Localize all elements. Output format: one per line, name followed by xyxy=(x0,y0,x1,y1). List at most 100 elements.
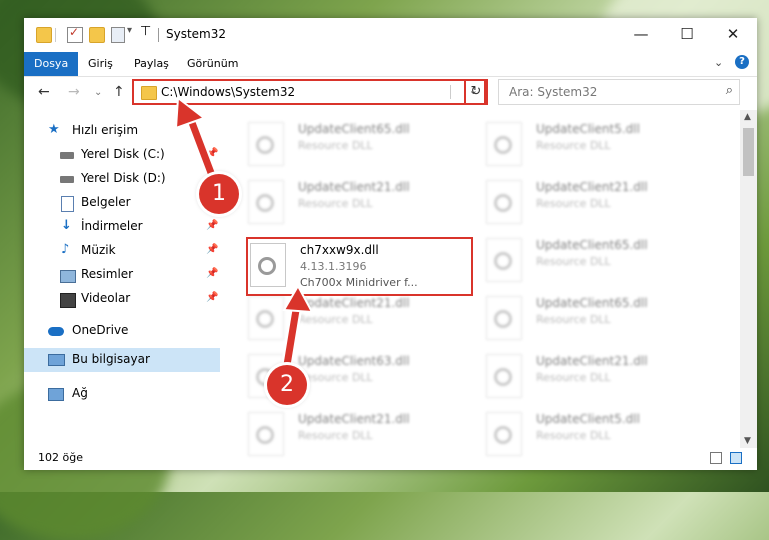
dll-file-icon xyxy=(486,238,522,282)
sidebar-item-label: İndirmeler xyxy=(81,219,143,233)
dll-file-icon xyxy=(248,296,284,340)
file-description: Resource DLL xyxy=(536,371,611,384)
sidebar-item-disk-c[interactable]: Yerel Disk (C:) 📌 xyxy=(24,143,220,167)
sidebar-item-label: Resimler xyxy=(81,267,134,281)
sidebar-item-this-pc[interactable]: Bu bilgisayar xyxy=(24,348,220,372)
file-tile[interactable]: UpdateClient65.dll Resource DLL xyxy=(486,236,706,290)
vertical-scrollbar[interactable]: ▲ ▼ xyxy=(740,110,757,448)
sidebar-item-music[interactable]: ♪ Müzik 📌 xyxy=(24,239,220,263)
pin-icon[interactable]: 📌 xyxy=(206,148,218,159)
file-description: Resource DLL xyxy=(536,313,611,326)
recent-locations-icon[interactable]: ⌄ xyxy=(94,87,102,98)
sidebar-item-label: Belgeler xyxy=(81,195,131,209)
file-description: Resource DLL xyxy=(298,371,373,384)
file-name: UpdateClient63.dll xyxy=(298,354,410,368)
pin-icon[interactable]: 📌 xyxy=(206,244,218,255)
pictures-icon xyxy=(60,270,76,283)
chevron-down-icon[interactable]: ▾ xyxy=(127,25,132,36)
maximize-button[interactable]: ☐ xyxy=(664,18,710,52)
title-separator xyxy=(158,28,159,42)
file-tile[interactable]: UpdateClient65.dll Resource DLL xyxy=(486,294,706,348)
sidebar-item-quick-access[interactable]: ★ Hızlı erişim xyxy=(24,119,220,143)
expand-ribbon-icon[interactable]: ⌄ xyxy=(714,56,723,69)
details-view-icon[interactable] xyxy=(710,452,722,464)
dll-file-icon xyxy=(248,122,284,166)
close-button[interactable]: ✕ xyxy=(710,18,756,52)
tab-home[interactable]: Giriş xyxy=(78,54,123,74)
file-tile[interactable]: UpdateClient21.dll Resource DLL xyxy=(486,178,706,232)
large-icons-view-icon[interactable] xyxy=(730,452,742,464)
file-name: UpdateClient21.dll xyxy=(298,412,410,426)
search-box[interactable]: Ara: System32 ⌕ xyxy=(498,79,740,105)
tab-share[interactable]: Paylaş xyxy=(124,54,179,74)
dll-file-icon xyxy=(486,296,522,340)
view-list-icon[interactable] xyxy=(111,27,125,43)
file-description: Resource DLL xyxy=(536,255,611,268)
scroll-down-icon[interactable]: ▼ xyxy=(744,436,751,446)
file-description: Resource DLL xyxy=(298,429,373,442)
scrollbar-thumb[interactable] xyxy=(743,128,754,176)
up-button[interactable]: ↑ xyxy=(113,84,125,100)
explorer-window: ▾ ⊤ System32 — ☐ ✕ Dosya Giriş Paylaş Gö… xyxy=(24,18,757,470)
sidebar-item-documents[interactable]: Belgeler 📌 xyxy=(24,191,220,215)
step-2-badge: 2 xyxy=(267,365,307,405)
file-name: UpdateClient21.dll xyxy=(536,354,648,368)
file-description: Resource DLL xyxy=(298,139,373,152)
star-icon: ★ xyxy=(48,122,60,137)
dll-file-icon xyxy=(486,122,522,166)
ribbon-tabs: Dosya Giriş Paylaş Görünüm ⌄ xyxy=(24,52,757,77)
file-tile[interactable]: UpdateClient5.dll Resource DLL xyxy=(486,120,706,174)
properties-check-icon[interactable] xyxy=(67,25,83,43)
window-title: System32 xyxy=(166,27,227,41)
folder-icon xyxy=(141,86,157,100)
file-name: UpdateClient5.dll xyxy=(536,122,640,136)
sidebar-item-label: Hızlı erişim xyxy=(72,123,139,137)
drive-icon xyxy=(60,152,74,159)
file-name: UpdateClient21.dll xyxy=(536,180,648,194)
file-tile[interactable]: UpdateClient65.dll Resource DLL xyxy=(248,120,468,174)
item-count: 102 öğe xyxy=(38,451,83,464)
file-description: Resource DLL xyxy=(536,139,611,152)
sidebar-item-onedrive[interactable]: OneDrive xyxy=(24,319,220,343)
dll-file-icon xyxy=(486,180,522,224)
computer-icon xyxy=(48,354,65,366)
file-tile[interactable]: UpdateClient21.dll Resource DLL xyxy=(248,294,468,348)
search-icon[interactable]: ⌕ xyxy=(726,83,733,98)
new-folder-icon[interactable] xyxy=(89,27,105,43)
pin-icon[interactable]: 📌 xyxy=(206,268,218,279)
forward-button[interactable]: → xyxy=(68,84,80,100)
minimize-button[interactable]: — xyxy=(618,18,664,52)
sidebar-item-label: Ağ xyxy=(72,386,88,400)
title-bar: ▾ ⊤ System32 — ☐ ✕ xyxy=(24,18,757,52)
download-icon: ↓ xyxy=(61,218,72,233)
folder-icon[interactable] xyxy=(36,27,52,43)
file-name: UpdateClient21.dll xyxy=(298,296,410,310)
sidebar-item-pictures[interactable]: Resimler 📌 xyxy=(24,263,220,287)
cloud-icon xyxy=(48,327,64,336)
search-placeholder: Ara: System32 xyxy=(509,85,598,99)
sidebar-item-network[interactable]: Ağ xyxy=(24,382,220,406)
sidebar-item-videos[interactable]: Videolar 📌 xyxy=(24,287,220,311)
navigation-bar: ← → ⌄ ↑ C:\Windows\System32 ⌄ ↻ Ara: Sys… xyxy=(24,77,757,109)
address-bar[interactable]: C:\Windows\System32 ⌄ xyxy=(132,79,486,105)
document-icon xyxy=(61,196,74,212)
sidebar-item-disk-d[interactable]: Yerel Disk (D:) 📌 xyxy=(24,167,220,191)
scroll-up-icon[interactable]: ▲ xyxy=(744,112,751,122)
file-tile[interactable]: UpdateClient21.dll Resource DLL xyxy=(486,352,706,406)
video-icon xyxy=(60,293,76,308)
file-name: UpdateClient21.dll xyxy=(298,180,410,194)
refresh-button[interactable]: ↻ xyxy=(464,79,488,105)
customize-toolbar-icon[interactable]: ⊤ xyxy=(140,24,151,39)
sidebar-item-downloads[interactable]: ↓ İndirmeler 📌 xyxy=(24,215,220,239)
pin-icon[interactable]: 📌 xyxy=(206,292,218,303)
file-name: UpdateClient65.dll xyxy=(536,296,648,310)
tab-view[interactable]: Görünüm xyxy=(177,54,248,74)
sidebar-item-label: Müzik xyxy=(81,243,116,257)
pin-icon[interactable]: 📌 xyxy=(206,220,218,231)
file-description: Resource DLL xyxy=(298,313,373,326)
file-tile[interactable]: UpdateClient21.dll Resource DLL xyxy=(248,178,468,232)
tab-file[interactable]: Dosya xyxy=(24,52,79,76)
help-icon[interactable]: ? xyxy=(735,55,749,69)
file-description: Resource DLL xyxy=(536,429,611,442)
back-button[interactable]: ← xyxy=(38,84,50,100)
